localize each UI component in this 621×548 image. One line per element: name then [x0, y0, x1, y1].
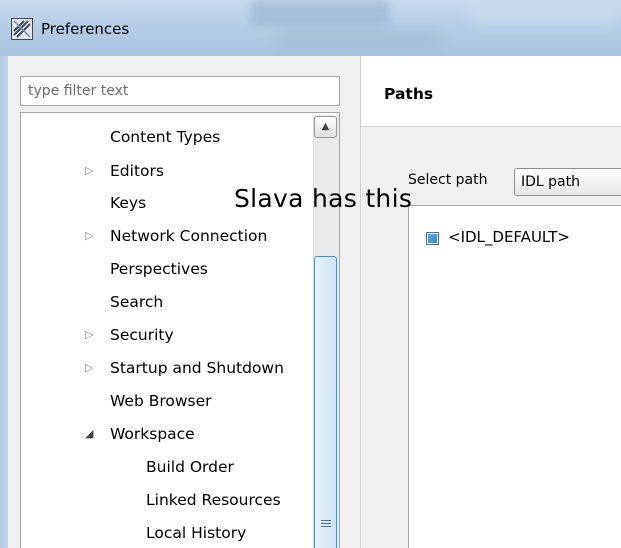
- filter-input[interactable]: [20, 76, 340, 106]
- grip-icon: [321, 520, 331, 530]
- select-path-label: Select path: [408, 172, 488, 188]
- tree-item-label: Workspace: [110, 425, 195, 443]
- tree-item-label: Network Connection: [110, 227, 268, 245]
- tree-item-label: Search: [110, 293, 164, 311]
- tree-item-label: Content Types: [110, 128, 221, 146]
- path-select[interactable]: IDL path: [514, 168, 621, 196]
- window-title: Preferences: [41, 20, 130, 38]
- expand-arrow-icon[interactable]: ▷: [85, 223, 93, 249]
- tree-item-network-connection[interactable]: ▷ Network Connection: [85, 223, 268, 249]
- page-title: Paths: [384, 85, 434, 103]
- tree-item-perspectives[interactable]: Perspectives: [110, 256, 208, 282]
- tree-item-label: Security: [110, 326, 174, 344]
- pane-divider[interactable]: [360, 56, 361, 548]
- background-blur: [250, 0, 390, 26]
- path-list: [408, 205, 621, 548]
- path-entry-label: <IDL_DEFAULT>: [448, 228, 570, 246]
- expand-arrow-icon[interactable]: ▷: [85, 158, 93, 184]
- path-select-value: IDL path: [521, 174, 580, 190]
- scroll-thumb[interactable]: [314, 256, 337, 548]
- scroll-up-button[interactable]: ▲: [314, 116, 337, 138]
- tree-item-label: Build Order: [146, 458, 234, 476]
- window-frame: [0, 56, 8, 548]
- tree-item-label: Linked Resources: [146, 491, 281, 509]
- tree-item-label: Local History: [146, 524, 247, 542]
- preferences-tree: Content Types ▷ Editors Keys ▷ Network C…: [20, 112, 340, 548]
- chevron-up-icon: ▲: [321, 121, 330, 132]
- tree-item-build-order[interactable]: Build Order: [146, 454, 234, 480]
- tree-item-workspace[interactable]: ◢ Workspace: [85, 421, 195, 447]
- tree-item-security[interactable]: ▷ Security: [85, 322, 174, 348]
- tree-item-local-history[interactable]: Local History: [146, 520, 246, 546]
- tree-item-web-browser[interactable]: Web Browser: [110, 388, 212, 414]
- path-checkbox[interactable]: [426, 232, 439, 245]
- collapse-arrow-icon[interactable]: ◢: [85, 421, 93, 447]
- title-bar[interactable]: Preferences: [0, 0, 621, 56]
- tree-item-startup-and-shutdown[interactable]: ▷ Startup and Shutdown: [85, 355, 284, 381]
- tree-item-linked-resources[interactable]: Linked Resources: [146, 487, 281, 513]
- tree-item-keys[interactable]: Keys: [110, 190, 146, 216]
- preferences-icon: [11, 18, 33, 40]
- tree-item-editors[interactable]: ▷ Editors: [85, 158, 164, 184]
- tree-item-content-types[interactable]: Content Types: [110, 124, 220, 150]
- background-blur: [280, 28, 440, 52]
- tree-item-label: Web Browser: [110, 392, 212, 410]
- background-blur: [470, 4, 620, 24]
- annotation-text: Slava has this: [234, 184, 413, 213]
- tree-item-label: Perspectives: [110, 260, 208, 278]
- tree-item-search[interactable]: Search: [110, 289, 163, 315]
- expand-arrow-icon[interactable]: ▷: [85, 322, 93, 348]
- tree-item-label: Editors: [110, 162, 164, 180]
- expand-arrow-icon[interactable]: ▷: [85, 355, 93, 381]
- tree-item-label: Keys: [110, 194, 147, 212]
- tree-item-label: Startup and Shutdown: [110, 359, 284, 377]
